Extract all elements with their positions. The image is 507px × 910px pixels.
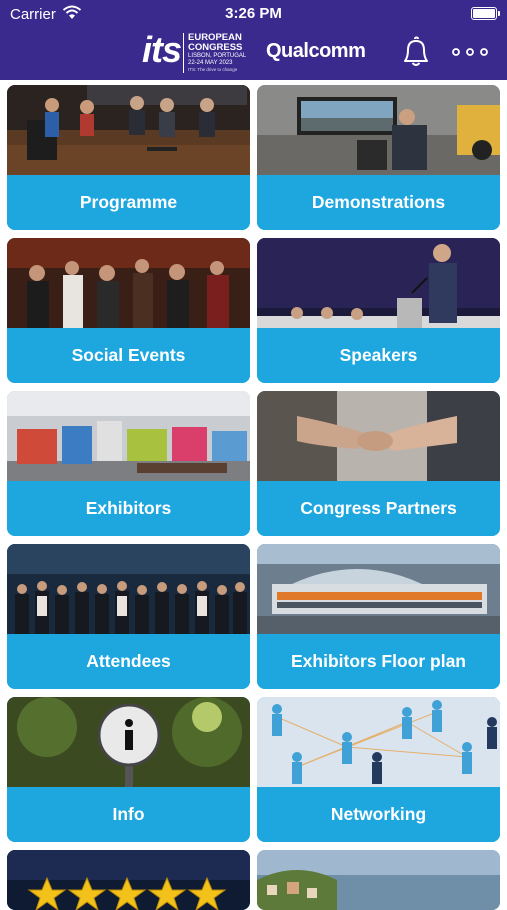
tile-congress-partners[interactable]: Congress Partners xyxy=(257,391,500,536)
status-bar: Carrier 3:26 PM xyxy=(0,0,507,28)
tile-info[interactable]: Info xyxy=(7,697,250,842)
congress-logo-text: EUROPEAN CONGRESS LISBON, PORTUGAL 22-24… xyxy=(188,33,246,73)
battery-icon xyxy=(471,7,500,20)
exhibition-hall-photo xyxy=(7,391,250,481)
tile-social-events[interactable]: Social Events xyxy=(7,238,250,383)
app-header: Carrier 3:26 PM its EUROPEAN CONGRESS LI… xyxy=(0,0,507,80)
sponsor-logo: Qualcomm xyxy=(266,40,366,62)
logo-line-congress: CONGRESS xyxy=(188,42,243,53)
speaker-podium-photo xyxy=(257,238,500,328)
handshake-photo xyxy=(257,391,500,481)
logo-divider xyxy=(183,33,184,73)
tile-label: Networking xyxy=(330,804,427,824)
tile-label: Exhibitors xyxy=(85,498,172,518)
rating-stars-photo xyxy=(7,850,250,910)
tile-rating[interactable] xyxy=(7,850,250,910)
tile-programme[interactable]: Programme xyxy=(7,85,250,230)
tile-networking[interactable]: Networking xyxy=(257,697,500,842)
panel-discussion-photo xyxy=(7,85,250,175)
congress-venue-photo xyxy=(257,544,500,634)
bell-icon[interactable] xyxy=(400,36,430,68)
info-sign-photo xyxy=(7,697,250,787)
driving-simulator-photo xyxy=(257,85,500,175)
lisbon-view-photo xyxy=(257,850,500,910)
tile-label: Exhibitors Floor plan xyxy=(290,651,466,671)
tile-speakers[interactable]: Speakers xyxy=(257,238,500,383)
tile-label: Info xyxy=(112,804,145,824)
tile-attendees[interactable]: Attendees xyxy=(7,544,250,689)
status-time: 3:26 PM xyxy=(225,5,282,22)
group-photo xyxy=(7,544,250,634)
its-logo: its xyxy=(142,29,182,70)
logo-line-location: LISBON, PORTUGAL xyxy=(188,53,247,59)
tile-label: Attendees xyxy=(86,651,171,671)
tile-label: Congress Partners xyxy=(300,498,457,518)
logo-line-dates: 22-24 MAY 2023 xyxy=(188,60,233,66)
tile-exhibitors[interactable]: Exhibitors xyxy=(7,391,250,536)
crowd-party-photo xyxy=(7,238,250,328)
tile-exhibitors-floor-plan[interactable]: Exhibitors Floor plan xyxy=(257,544,500,689)
network-people-photo xyxy=(257,697,500,787)
tile-lisbon[interactable] xyxy=(257,850,500,910)
tile-label: Demonstrations xyxy=(311,192,446,212)
tile-label: Speakers xyxy=(339,345,418,365)
tile-demonstrations[interactable]: Demonstrations xyxy=(257,85,500,230)
menu-grid: Programme Demonstrations Social Events S… xyxy=(0,80,507,910)
tile-label: Social Events xyxy=(71,345,186,365)
logo-line-tagline: ITS: The drive to change xyxy=(188,67,238,72)
tile-label: Programme xyxy=(79,192,178,212)
more-options-icon[interactable] xyxy=(450,40,490,64)
